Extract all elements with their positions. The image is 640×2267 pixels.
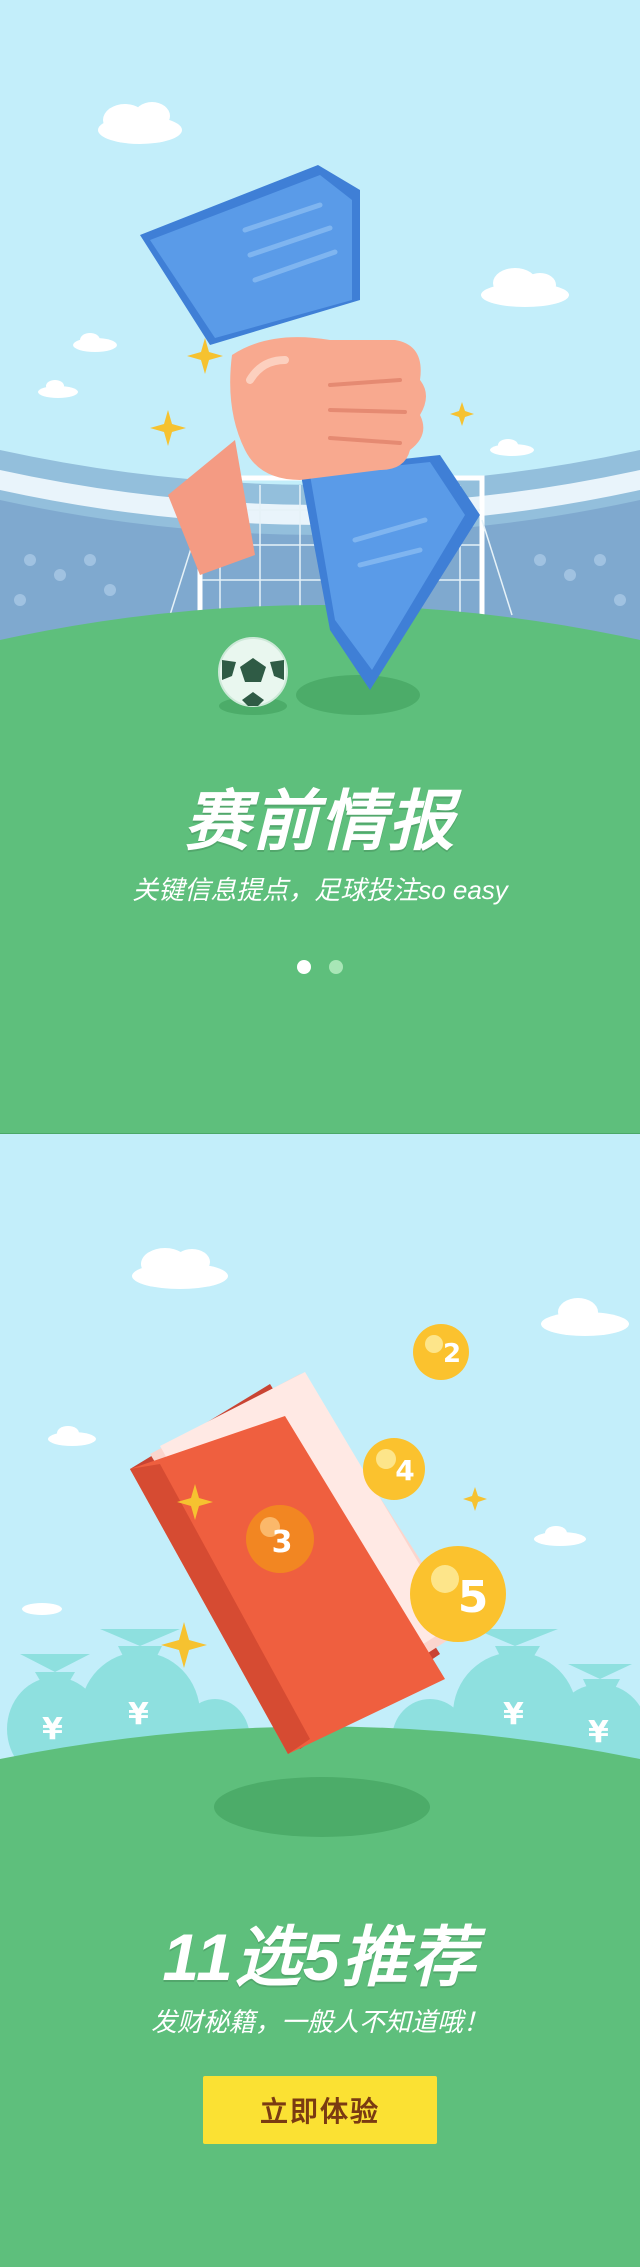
slide-title: 赛前情报 [184,784,456,858]
svg-text:3: 3 [272,1525,293,1560]
svg-text:¥: ¥ [128,1697,149,1732]
slide-subtitle: 发财秘籍，一般人不知道哦！ [150,2007,489,2037]
page-dot-active[interactable] [296,960,311,974]
svg-text:2: 2 [443,1339,461,1369]
slide-title: 11选5推荐 [162,1920,478,1994]
svg-text:¥: ¥ [503,1697,524,1732]
svg-text:¥: ¥ [588,1715,609,1750]
page-dot[interactable] [329,960,344,974]
svg-text:4: 4 [395,1454,414,1487]
football-icon [218,637,288,707]
slide-subtitle: 关键信息提点，足球投注so easy [132,875,508,905]
slide-match-intel: 赛前情报 关键信息提点，足球投注so easy [0,0,640,1133]
svg-text:5: 5 [458,1572,489,1623]
page-indicator [0,960,640,979]
try-now-button[interactable]: 立即体验 [203,2076,437,2144]
yuan-symbol: ¥ [42,1712,63,1747]
